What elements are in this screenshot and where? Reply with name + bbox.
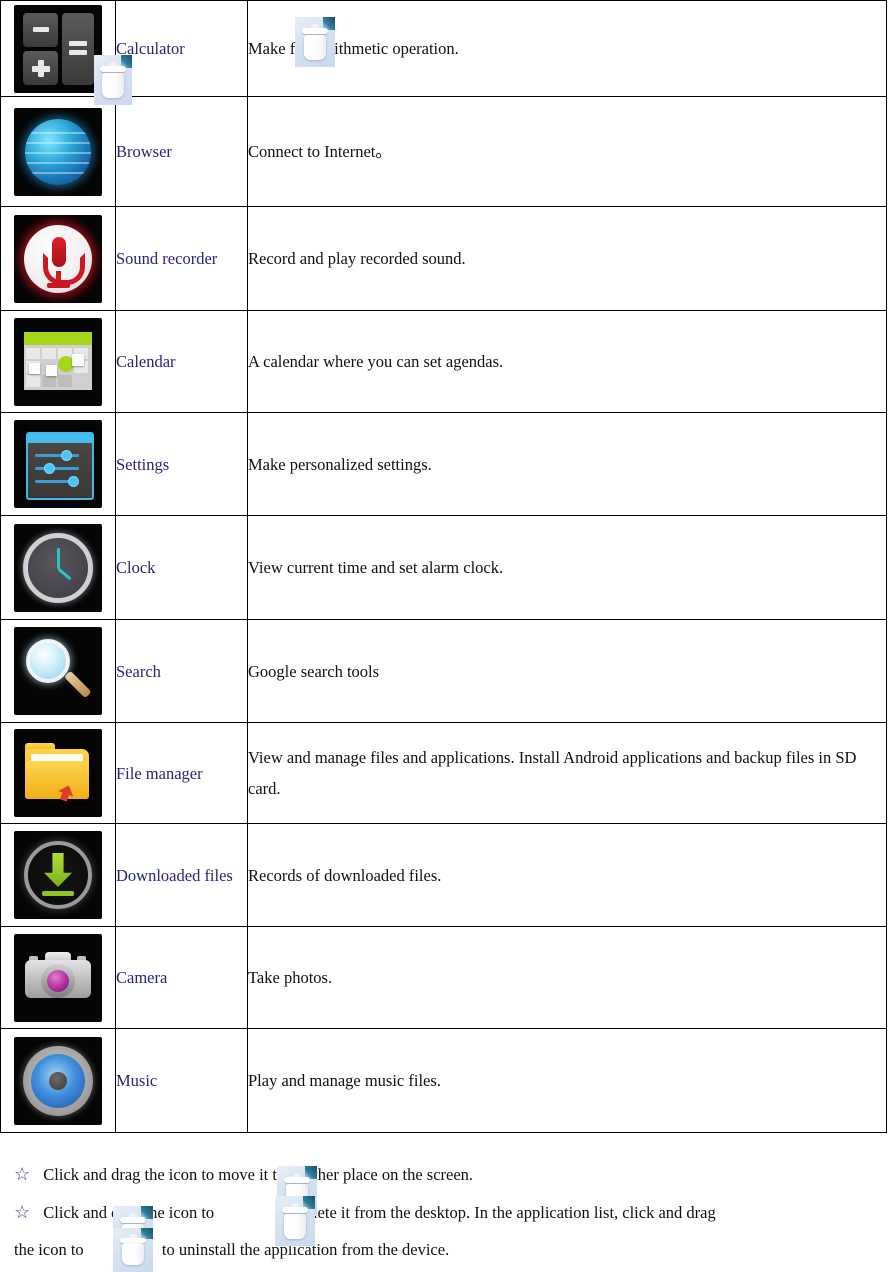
calculator-icon [14,4,102,93]
settings-sliders-icon [14,420,102,508]
app-label-sound-recorder: Sound recorder [115,206,248,311]
table-row: Downloaded files Records of downloaded f… [0,823,887,927]
icon-cell-calendar [0,310,116,413]
trash-can-icon [275,1196,315,1246]
star-bullet-icon: ☆ [14,1164,31,1184]
table-row: Calendar A calendar where you can set ag… [0,310,887,413]
icon-cell-sound-recorder [0,206,116,311]
table-row: Music Play and manage music files. [0,1028,887,1133]
star-bullet-icon: ☆ [14,1202,31,1222]
clock-icon [14,523,102,612]
table-row: Clock View current time and set alarm cl… [0,515,887,620]
app-label-music: Music [115,1028,248,1133]
application-list-table: Calculator Make four arithmetic operatio… [0,0,887,1133]
trash-can-icon [113,1228,153,1272]
calendar-icon [14,317,102,406]
app-description-sound-recorder: Record and play recorded sound. [247,206,887,311]
camera-icon [14,933,102,1022]
app-label-downloaded-files: Downloaded files [115,823,248,927]
trash-can-icon [94,55,132,105]
sound-recorder-microphone-icon [14,214,102,303]
footnote-1-text: Click and drag the icon to move it to an… [43,1165,474,1184]
table-row: Settings Make personalized settings. [0,412,887,516]
table-row: File manager View and manage files and a… [0,722,887,824]
app-description-settings: Make personalized settings. [247,412,887,516]
table-row: Calculator Make four arithmetic operatio… [0,0,887,97]
icon-cell-settings [0,412,116,516]
app-description-browser: Connect to Internet。 [247,96,887,207]
trash-can-icon [295,17,335,67]
table-row: Camera Take photos. [0,926,887,1029]
footnote-3-text-before: the icon to [14,1240,84,1259]
app-label-calculator: Calculator [115,0,248,97]
app-label-clock: Clock [115,515,248,620]
browser-globe-icon [14,107,102,196]
app-description-music: Play and manage music files. [247,1028,887,1133]
icon-cell-downloaded-files [0,823,116,927]
music-speaker-icon [14,1036,102,1125]
app-description-calendar: A calendar where you can set agendas. [247,310,887,413]
table-row: Sound recorder Record and play recorded … [0,206,887,311]
icon-cell-search [0,619,116,723]
table-row: Search Google search tools [0,619,887,723]
search-magnifier-icon [14,627,102,715]
footnote-2-text-after: to delete it from the desktop. In the ap… [280,1203,716,1222]
footnote-line-1: ☆ Click and drag the icon to move it to … [0,1155,889,1193]
app-label-camera: Camera [115,926,248,1029]
app-label-search: Search [115,619,248,723]
app-label-calendar: Calendar [115,310,248,413]
icon-cell-camera [0,926,116,1029]
icon-cell-music [0,1028,116,1133]
app-label-settings: Settings [115,412,248,516]
icon-cell-browser [0,96,116,207]
file-manager-folder-icon [14,729,102,817]
app-description-calculator: Make four arithmetic operation. [247,0,887,97]
icon-cell-clock [0,515,116,620]
app-description-file-manager: View and manage files and applications. … [247,722,887,824]
app-description-camera: Take photos. [247,926,887,1029]
app-description-search: Google search tools [247,619,887,723]
app-description-clock: View current time and set alarm clock. [247,515,887,620]
table-row: Browser Connect to Internet。 [0,96,887,207]
app-label-sound-recorder-text: Sound recorder [116,249,218,268]
icon-cell-file-manager [0,722,116,824]
app-description-downloaded-files: Records of downloaded files. [247,823,887,927]
app-label-file-manager: File manager [115,722,248,824]
app-label-browser: Browser [115,96,248,207]
downloaded-files-arrow-icon [14,831,102,919]
